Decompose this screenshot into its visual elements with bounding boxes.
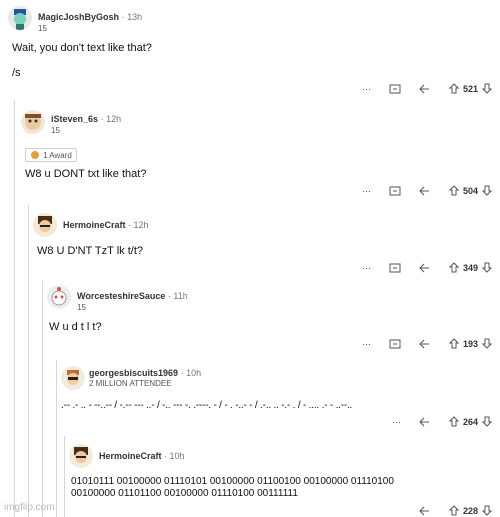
vote-count: 193	[462, 338, 478, 349]
avatar-icon	[69, 444, 93, 468]
comment-author[interactable]: georgesbiscuits1969 · 10h	[89, 368, 201, 378]
upvote-arrow-icon[interactable]	[448, 505, 459, 516]
downvote-arrow-icon[interactable]	[482, 83, 492, 94]
comment-text: Wait, you don't text like that?	[12, 42, 152, 54]
comment-score-small: 15	[38, 24, 47, 33]
more-icon: ···	[361, 83, 371, 94]
watermark: imgflip.com	[4, 502, 55, 513]
comment-score-small: 15	[77, 303, 86, 312]
save-button[interactable]	[389, 262, 401, 273]
vote-controls: 228	[448, 505, 492, 516]
comment-author[interactable]: WorcesteshireSauce · 11h	[77, 291, 188, 301]
avatar-icon	[8, 6, 32, 30]
reply-icon	[419, 186, 429, 196]
save-icon	[389, 263, 401, 273]
comment-text: W8 u DONT txt like that?	[25, 168, 147, 180]
avatar[interactable]	[69, 444, 93, 468]
more-icon: ···	[361, 185, 371, 196]
reply-button[interactable]	[419, 338, 431, 349]
comment-actions: ··· 264	[392, 416, 492, 427]
comment-score-small: 15	[51, 126, 60, 135]
comment-6: HermoineCraft · 10h 01010111 00100000 01…	[64, 436, 500, 517]
reply-button[interactable]	[419, 505, 431, 516]
comment-text: .-- .- .. - --..-- / -.-- --- ..- / -.. …	[61, 400, 353, 411]
upvote-arrow-icon[interactable]	[448, 185, 459, 196]
comment-author[interactable]: MagicJoshByGosh · 13h	[38, 12, 142, 22]
avatar[interactable]	[21, 110, 45, 134]
user-flair: 2 MILLION ATTENDEE	[89, 379, 172, 388]
comment-author[interactable]: HermoineCraft · 12h	[63, 220, 149, 230]
comment-text: 00100000 01101100 00100000 01110100 0011…	[71, 488, 298, 499]
award-badge[interactable]: 1 Award	[25, 148, 77, 162]
save-icon	[389, 186, 401, 196]
save-button[interactable]	[389, 83, 401, 94]
avatar-icon	[21, 110, 45, 134]
vote-count: 228	[462, 505, 478, 516]
vote-controls: 349	[448, 262, 492, 273]
downvote-arrow-icon[interactable]	[482, 262, 492, 273]
avatar[interactable]	[47, 285, 71, 309]
more-icon: ···	[391, 416, 401, 427]
vote-controls: 264	[448, 416, 492, 427]
vote-controls: 521	[448, 83, 492, 94]
downvote-arrow-icon[interactable]	[482, 505, 492, 516]
downvote-arrow-icon[interactable]	[482, 338, 492, 349]
downvote-arrow-icon[interactable]	[482, 416, 492, 427]
reply-button[interactable]	[419, 262, 431, 273]
avatar-icon	[33, 213, 57, 237]
reply-icon	[419, 506, 429, 516]
comment-actions: ··· 193	[362, 338, 492, 349]
more-icon: ···	[361, 338, 371, 349]
reply-button[interactable]	[419, 83, 431, 94]
upvote-arrow-icon[interactable]	[448, 416, 459, 427]
upvote-arrow-icon[interactable]	[448, 83, 459, 94]
avatar[interactable]	[33, 213, 57, 237]
vote-controls: 504	[448, 185, 492, 196]
save-icon	[389, 84, 401, 94]
reply-icon	[419, 84, 429, 94]
avatar[interactable]	[61, 366, 85, 390]
upvote-arrow-icon[interactable]	[448, 262, 459, 273]
vote-controls: 193	[448, 338, 492, 349]
more-button[interactable]: ···	[362, 339, 371, 349]
vote-count: 521	[462, 83, 478, 94]
comment-actions: ··· 504	[362, 185, 492, 196]
avatar[interactable]	[8, 6, 32, 30]
upvote-arrow-icon[interactable]	[448, 338, 459, 349]
reply-icon	[419, 263, 429, 273]
avatar-icon	[47, 285, 71, 309]
save-button[interactable]	[389, 338, 401, 349]
reply-button[interactable]	[419, 416, 431, 427]
more-icon: ···	[361, 262, 371, 273]
downvote-arrow-icon[interactable]	[482, 185, 492, 196]
reply-icon	[419, 339, 429, 349]
vote-count: 349	[462, 262, 478, 273]
more-button[interactable]: ···	[392, 417, 401, 427]
comment-actions: 228	[419, 505, 492, 516]
vote-count: 264	[462, 416, 478, 427]
reply-button[interactable]	[419, 185, 431, 196]
more-button[interactable]: ···	[362, 263, 371, 273]
reply-icon	[419, 417, 429, 427]
save-icon	[389, 339, 401, 349]
comment-text: 01010111 00100000 01110101 00100000 0110…	[71, 476, 394, 487]
award-icon	[31, 151, 39, 159]
more-button[interactable]: ···	[362, 84, 371, 94]
vote-count: 504	[462, 185, 478, 196]
avatar-icon	[61, 366, 85, 390]
comment-text: /s	[12, 67, 21, 79]
comment-author[interactable]: HermoineCraft · 10h	[99, 451, 185, 461]
more-button[interactable]: ···	[362, 186, 371, 196]
comment-text: W u d t l t?	[49, 321, 102, 333]
comment-actions: ··· 521	[362, 83, 492, 94]
comment-text: W8 U D'NT TzT lk t/t?	[37, 245, 144, 257]
comment-actions: ··· 349	[362, 262, 492, 273]
save-button[interactable]	[389, 185, 401, 196]
comment-author[interactable]: iSteven_6s · 12h	[51, 114, 121, 124]
